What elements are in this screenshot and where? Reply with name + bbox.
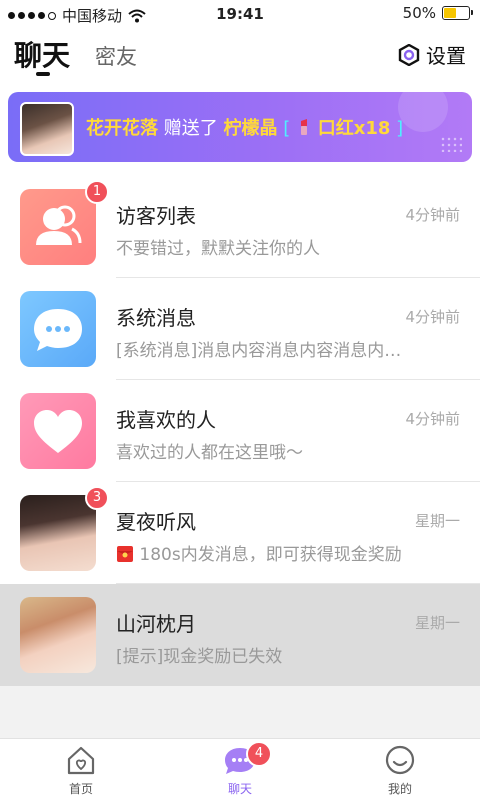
settings-label: 设置 <box>426 44 466 68</box>
dots-decoration <box>440 136 462 152</box>
sender-name: 花开花落 <box>86 118 158 139</box>
heart-icon <box>20 393 96 469</box>
item-time: 星期一 <box>414 614 460 632</box>
item-time: 4分钟前 <box>405 308 460 326</box>
tab-close-friends[interactable]: 密友 <box>95 41 137 71</box>
gift-banner[interactable]: 花开花落 赠送了 柠檬晶 [ 口红x18 ] <box>8 92 472 162</box>
gift-message: 花开花落 赠送了 柠檬晶 [ 口红x18 ] <box>86 114 403 140</box>
chat-unread-badge: 4 <box>246 741 272 767</box>
item-subtitle: 喜欢过的人都在这里哦～ <box>116 443 303 463</box>
item-title: 访客列表 <box>116 204 196 228</box>
item-time: 4分钟前 <box>405 206 460 224</box>
item-title: 系统消息 <box>116 306 196 330</box>
profile-smile-icon <box>385 745 415 775</box>
tab-mine[interactable]: 我的 <box>360 745 440 797</box>
avatar <box>20 495 96 571</box>
gift-name: 口红x18 <box>317 118 391 139</box>
list-item-visitors[interactable]: 1 访客列表 4分钟前 不要错过，默默关注你的人 <box>0 176 480 278</box>
battery-percent: 50% <box>402 4 436 22</box>
list-item-system-messages[interactable]: 系统消息 4分钟前 [系统消息]消息内容消息内容消息内… <box>0 278 480 380</box>
unread-badge: 1 <box>85 180 109 204</box>
list-item-chat-summer-night[interactable]: 3 夏夜听风 星期一 180s内发消息，即可获得现金奖励 <box>0 482 480 584</box>
lipstick-icon <box>300 119 307 135</box>
tab-chat-bottom[interactable]: 聊天 4 <box>200 741 280 797</box>
gift-action: 赠送了 <box>163 118 218 139</box>
tab-indicator <box>36 72 50 76</box>
item-subtitle: 不要错过，默默关注你的人 <box>116 239 320 259</box>
status-bar: 中国移动 19:41 50% <box>0 0 480 28</box>
tab-mine-label: 我的 <box>387 782 412 796</box>
chat-bubble-icon <box>20 291 96 367</box>
tab-chat-label: 聊天 <box>227 782 252 796</box>
item-title: 夏夜听风 <box>116 510 196 534</box>
tab-home[interactable]: 首页 <box>41 745 121 797</box>
gift-close-bracket: ] <box>396 118 404 139</box>
list-item-favorites[interactable]: 我喜欢的人 4分钟前 喜欢过的人都在这里哦～ <box>0 380 480 482</box>
item-title: 山河枕月 <box>116 612 196 636</box>
tab-chat[interactable]: 聊天 <box>14 34 70 74</box>
battery-icon <box>442 6 473 20</box>
settings-icon <box>398 43 420 66</box>
settings-button[interactable]: 设置 <box>398 40 466 69</box>
banner-decoration <box>398 92 448 132</box>
item-subtitle: [提示]现金奖励已失效 <box>116 647 283 667</box>
item-subtitle: 180s内发消息，即可获得现金奖励 <box>139 545 402 565</box>
red-envelope-icon <box>117 546 133 562</box>
bottom-tab-bar: 首页 聊天 4 我的 <box>0 738 480 801</box>
list-item-chat-mountain-moon[interactable]: 山河枕月 星期一 [提示]现金奖励已失效 <box>0 584 480 686</box>
unread-badge: 3 <box>85 486 109 510</box>
receiver-name: 柠檬晶 <box>223 118 278 139</box>
tab-home-label: 首页 <box>68 782 93 796</box>
top-header: 聊天 密友 设置 <box>0 28 480 80</box>
item-time: 4分钟前 <box>405 410 460 428</box>
gift-open-bracket: [ <box>283 118 291 139</box>
status-right: 50% <box>402 4 473 22</box>
sender-avatar <box>20 102 74 156</box>
home-icon <box>67 746 95 775</box>
banner-area: 花开花落 赠送了 柠檬晶 [ 口红x18 ] <box>0 80 480 176</box>
visitor-icon <box>20 189 96 265</box>
item-subtitle: [系统消息]消息内容消息内容消息内… <box>116 341 402 361</box>
item-time: 星期一 <box>414 512 460 530</box>
item-subtitle-row: 180s内发消息，即可获得现金奖励 <box>116 540 402 565</box>
avatar <box>20 597 96 673</box>
item-title: 我喜欢的人 <box>116 408 216 432</box>
conversation-list: 1 访客列表 4分钟前 不要错过，默默关注你的人 系统消息 4分钟前 [系统消息… <box>0 176 480 686</box>
